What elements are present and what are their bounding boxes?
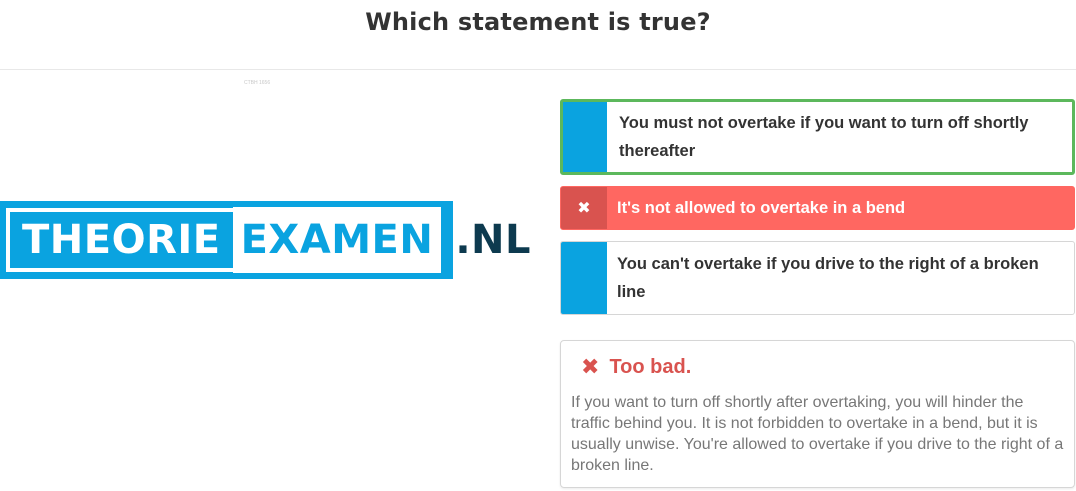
theorie-examen-logo: THEORIE EXAMEN .NL (0, 201, 531, 279)
answer-text: You must not overtake if you want to tur… (619, 114, 1029, 160)
answer-option-selected-wrong[interactable]: ✖ It's not allowed to overtake in a bend (560, 186, 1075, 230)
answer-text: You can't overtake if you drive to the r… (617, 255, 1039, 301)
x-icon: ✖ (577, 200, 591, 217)
answer-option[interactable]: You can't overtake if you drive to the r… (560, 241, 1075, 315)
answer-option-correct[interactable]: You must not overtake if you want to tur… (560, 99, 1075, 175)
quiz-page: Which statement is true? CTBH 1656 THEOR… (0, 0, 1076, 491)
feedback-explanation: If you want to turn off shortly after ov… (571, 394, 1064, 474)
feedback-heading: ✖ Too bad. (581, 354, 691, 380)
question-header: Which statement is true? (0, 0, 1076, 70)
answer-marker (563, 102, 607, 172)
answer-marker: ✖ (561, 187, 607, 229)
logo-domain: .NL (455, 217, 532, 263)
logo-word-examen: EXAMEN (232, 207, 442, 273)
image-credit: CTBH 1656 (244, 80, 271, 86)
answer-marker (561, 242, 607, 314)
answer-text: It's not allowed to overtake in a bend (617, 199, 906, 217)
question-title: Which statement is true? (365, 8, 711, 36)
feedback-title: Too bad. (609, 355, 692, 378)
logo-blue-box: THEORIE EXAMEN (0, 201, 448, 279)
logo-word-theorie: THEORIE (6, 208, 233, 272)
x-icon: ✖ (581, 354, 600, 379)
feedback-panel: ✖ Too bad. If you want to turn off short… (560, 340, 1075, 488)
